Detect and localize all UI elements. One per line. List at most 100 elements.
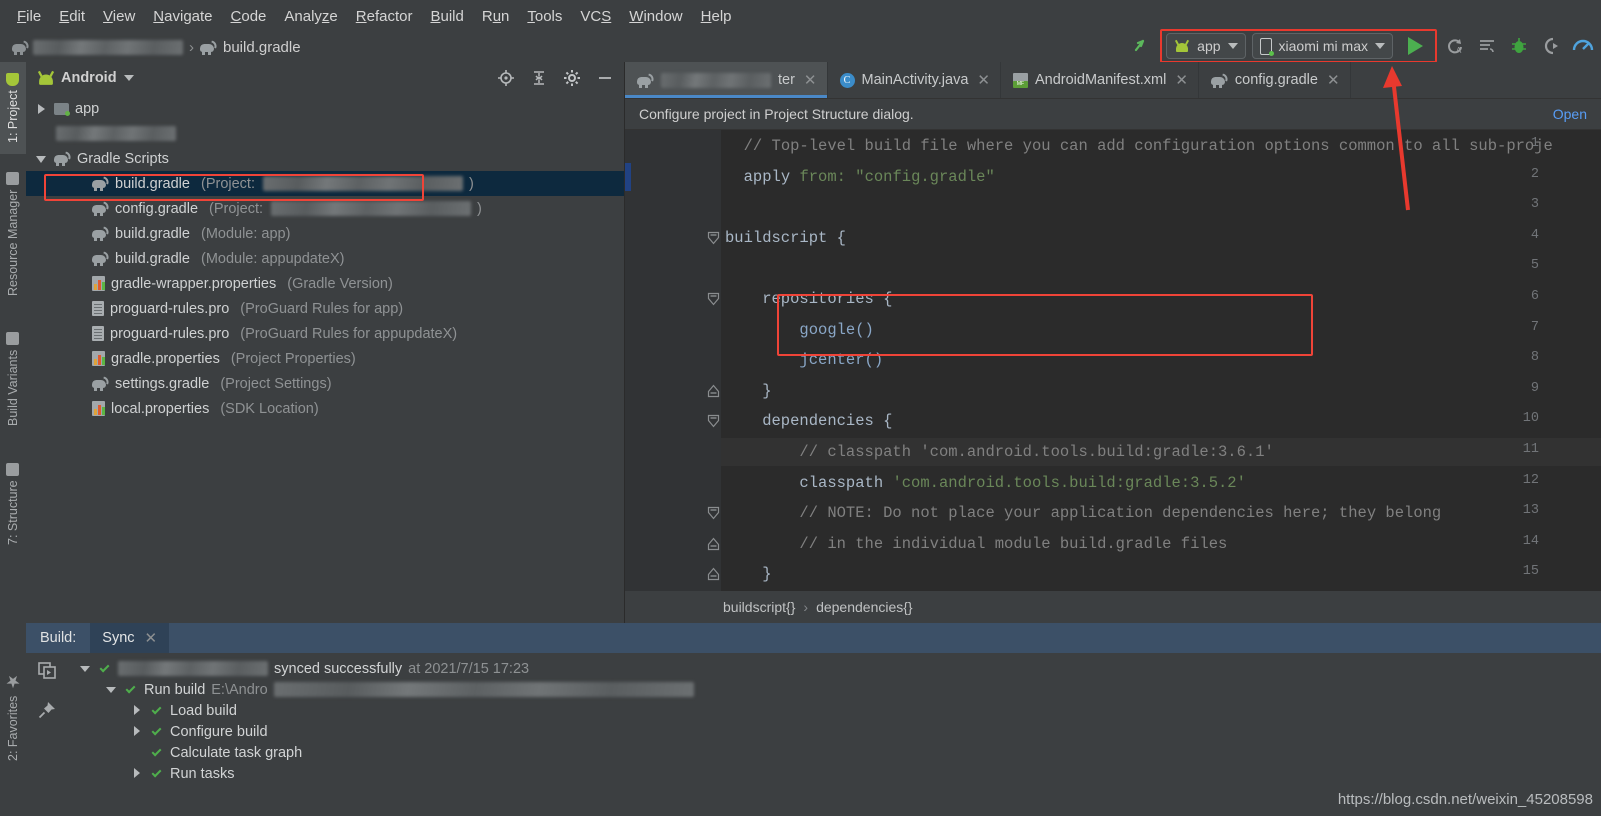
twisty-right-icon[interactable] xyxy=(132,767,144,780)
tree-item-gradle-properties[interactable]: gradle.properties (Project Properties) xyxy=(26,346,624,371)
twisty-down-icon[interactable] xyxy=(80,663,92,675)
pin-icon[interactable] xyxy=(37,700,57,725)
menu-analyze[interactable]: Analyze xyxy=(275,5,346,28)
make-project-icon[interactable] xyxy=(1128,33,1156,59)
editor-tab-redacted[interactable]: ter ✕ xyxy=(625,62,828,98)
collapse-all-icon[interactable] xyxy=(526,66,552,90)
menu-run[interactable]: Run xyxy=(473,5,519,28)
locate-icon[interactable] xyxy=(493,66,519,90)
twisty-right-icon[interactable] xyxy=(36,103,48,115)
editor-gutter[interactable] xyxy=(625,130,721,591)
tool-tab-build-variants[interactable]: Build Variants xyxy=(0,314,26,444)
menu-view[interactable]: View xyxy=(94,5,144,28)
code-line[interactable]: google() xyxy=(725,320,873,340)
tool-tab-favorites[interactable]: 2: Favorites ★ xyxy=(0,662,26,772)
code-line[interactable]: // classpath 'com.android.tools.build:gr… xyxy=(725,442,1273,462)
tool-tab-structure[interactable]: 7: Structure xyxy=(0,444,26,564)
code-line[interactable]: dependencies { xyxy=(725,411,892,431)
build-tree-row[interactable]: Run build E:\Andro xyxy=(68,679,1601,700)
editor-tab-androidmanifest-xml[interactable]: MF AndroidManifest.xml ✕ xyxy=(1001,62,1199,98)
code-line[interactable]: // NOTE: Do not place your application d… xyxy=(725,503,1441,523)
code-line[interactable]: // Top-level build file where you can ad… xyxy=(725,136,1553,156)
twisty-down-icon[interactable] xyxy=(106,684,118,696)
build-tree-row[interactable]: synced successfully at 2021/7/15 17:23 xyxy=(68,658,1601,679)
menu-tools[interactable]: Tools xyxy=(518,5,571,28)
close-icon[interactable]: ✕ xyxy=(1175,71,1188,89)
minimize-icon[interactable] xyxy=(592,66,618,90)
fold-start-icon[interactable] xyxy=(707,292,720,306)
tree-item-build-gradle[interactable]: build.gradle (Module: appupdateX) xyxy=(26,246,624,271)
build-tree-row[interactable]: Configure build xyxy=(68,721,1601,742)
menu-refactor[interactable]: Refactor xyxy=(347,5,422,28)
fold-start-icon[interactable] xyxy=(707,231,720,245)
monitor-icon[interactable] xyxy=(1569,33,1597,59)
menu-file[interactable]: File xyxy=(8,5,50,28)
tree-item-proguard-rules-pro[interactable]: proguard-rules.pro (ProGuard Rules for ap… xyxy=(26,296,624,321)
code-line[interactable]: } xyxy=(725,564,771,584)
tree-item-build-gradle[interactable]: build.gradle (Project: ) xyxy=(26,171,624,196)
tool-tab-project[interactable]: 1: Project xyxy=(0,62,26,154)
fold-start-icon[interactable] xyxy=(707,506,720,520)
chevron-down-icon[interactable] xyxy=(123,75,134,81)
redacted-project-name[interactable] xyxy=(33,39,183,55)
build-tree-row[interactable]: Load build xyxy=(68,700,1601,721)
fold-end-icon[interactable] xyxy=(707,567,720,581)
attach-debugger-icon[interactable] xyxy=(1473,33,1501,59)
close-icon[interactable]: ✕ xyxy=(804,71,817,89)
notification-open-link[interactable]: Open xyxy=(1553,106,1587,122)
code-line[interactable]: buildscript { xyxy=(725,228,846,248)
code-line[interactable]: jcenter() xyxy=(725,350,883,370)
breadcrumb-file-name[interactable]: build.gradle xyxy=(223,39,301,56)
menu-vcs[interactable]: VCS xyxy=(571,5,620,28)
menu-edit[interactable]: Edit xyxy=(50,5,94,28)
tree-item-config-gradle[interactable]: config.gradle (Project: ) xyxy=(26,196,624,221)
close-icon[interactable]: ✕ xyxy=(145,629,158,647)
menu-navigate[interactable]: Navigate xyxy=(144,5,221,28)
code-line[interactable]: repositories { xyxy=(725,289,892,309)
close-icon[interactable]: ✕ xyxy=(1327,71,1340,89)
fold-start-icon[interactable] xyxy=(707,414,720,428)
code-line[interactable]: // in the individual module build.gradle… xyxy=(725,534,1227,554)
menu-window[interactable]: Window xyxy=(620,5,691,28)
code-line[interactable]: classpath 'com.android.tools.build:gradl… xyxy=(725,473,1246,493)
twisty-down-icon[interactable] xyxy=(36,153,48,165)
run-config-dropdown[interactable]: app xyxy=(1166,33,1246,59)
tree-item-local-properties[interactable]: local.properties (SDK Location) xyxy=(26,396,624,421)
device-dropdown[interactable]: xiaomi mi max xyxy=(1251,33,1393,59)
breadcrumb-segment[interactable]: buildscript{} xyxy=(723,599,795,615)
breadcrumb-segment[interactable]: dependencies{} xyxy=(816,599,913,615)
project-view-selector-label[interactable]: Android xyxy=(61,70,117,86)
tree-item-gradle-scripts[interactable]: Gradle Scripts xyxy=(26,146,624,171)
tree-item-proguard-rules-pro[interactable]: proguard-rules.pro (ProGuard Rules for ap… xyxy=(26,321,624,346)
fold-end-icon[interactable] xyxy=(707,384,720,397)
code-line[interactable]: apply from: "config.gradle" xyxy=(725,167,995,187)
tree-item-gradle-wrapper-properties[interactable]: gradle-wrapper.properties (Gradle Version… xyxy=(26,271,624,296)
redacted-path xyxy=(273,682,694,697)
code-line[interactable]: } xyxy=(725,381,771,401)
restart-icon[interactable] xyxy=(37,661,57,686)
twisty-right-icon[interactable] xyxy=(132,725,144,738)
close-icon[interactable]: ✕ xyxy=(977,71,990,89)
tab-sync[interactable]: Sync ✕ xyxy=(90,623,170,653)
menu-help[interactable]: Help xyxy=(692,5,741,28)
twisty-right-icon[interactable] xyxy=(132,704,144,717)
code-editor[interactable]: 1 // Top-level build file where you can … xyxy=(625,130,1601,591)
debug-icon[interactable] xyxy=(1505,33,1533,59)
menu-build[interactable]: Build xyxy=(421,5,472,28)
tree-item-redacted[interactable] xyxy=(26,121,624,146)
gear-icon[interactable] xyxy=(559,66,585,90)
fold-end-icon[interactable] xyxy=(707,537,720,550)
build-tree-row[interactable]: Run tasks xyxy=(68,763,1601,784)
run-button[interactable] xyxy=(1399,33,1431,59)
tree-item-app[interactable]: app xyxy=(26,96,624,121)
menu-code[interactable]: Code xyxy=(222,5,276,28)
tool-tab-resource-manager[interactable]: Resource Manager xyxy=(0,154,26,314)
editor-tab-config-gradle[interactable]: config.gradle ✕ xyxy=(1199,62,1351,98)
tree-item-build-gradle[interactable]: build.gradle (Module: app) xyxy=(26,221,624,246)
build-tree-row[interactable]: Calculate task graph xyxy=(68,742,1601,763)
tree-item-settings-gradle[interactable]: settings.gradle (Project Settings) xyxy=(26,371,624,396)
profile-icon[interactable] xyxy=(1537,33,1565,59)
apply-changes-icon[interactable]: A xyxy=(1441,33,1469,59)
editor-tab-mainactivity-java[interactable]: C MainActivity.java ✕ xyxy=(828,62,1001,98)
